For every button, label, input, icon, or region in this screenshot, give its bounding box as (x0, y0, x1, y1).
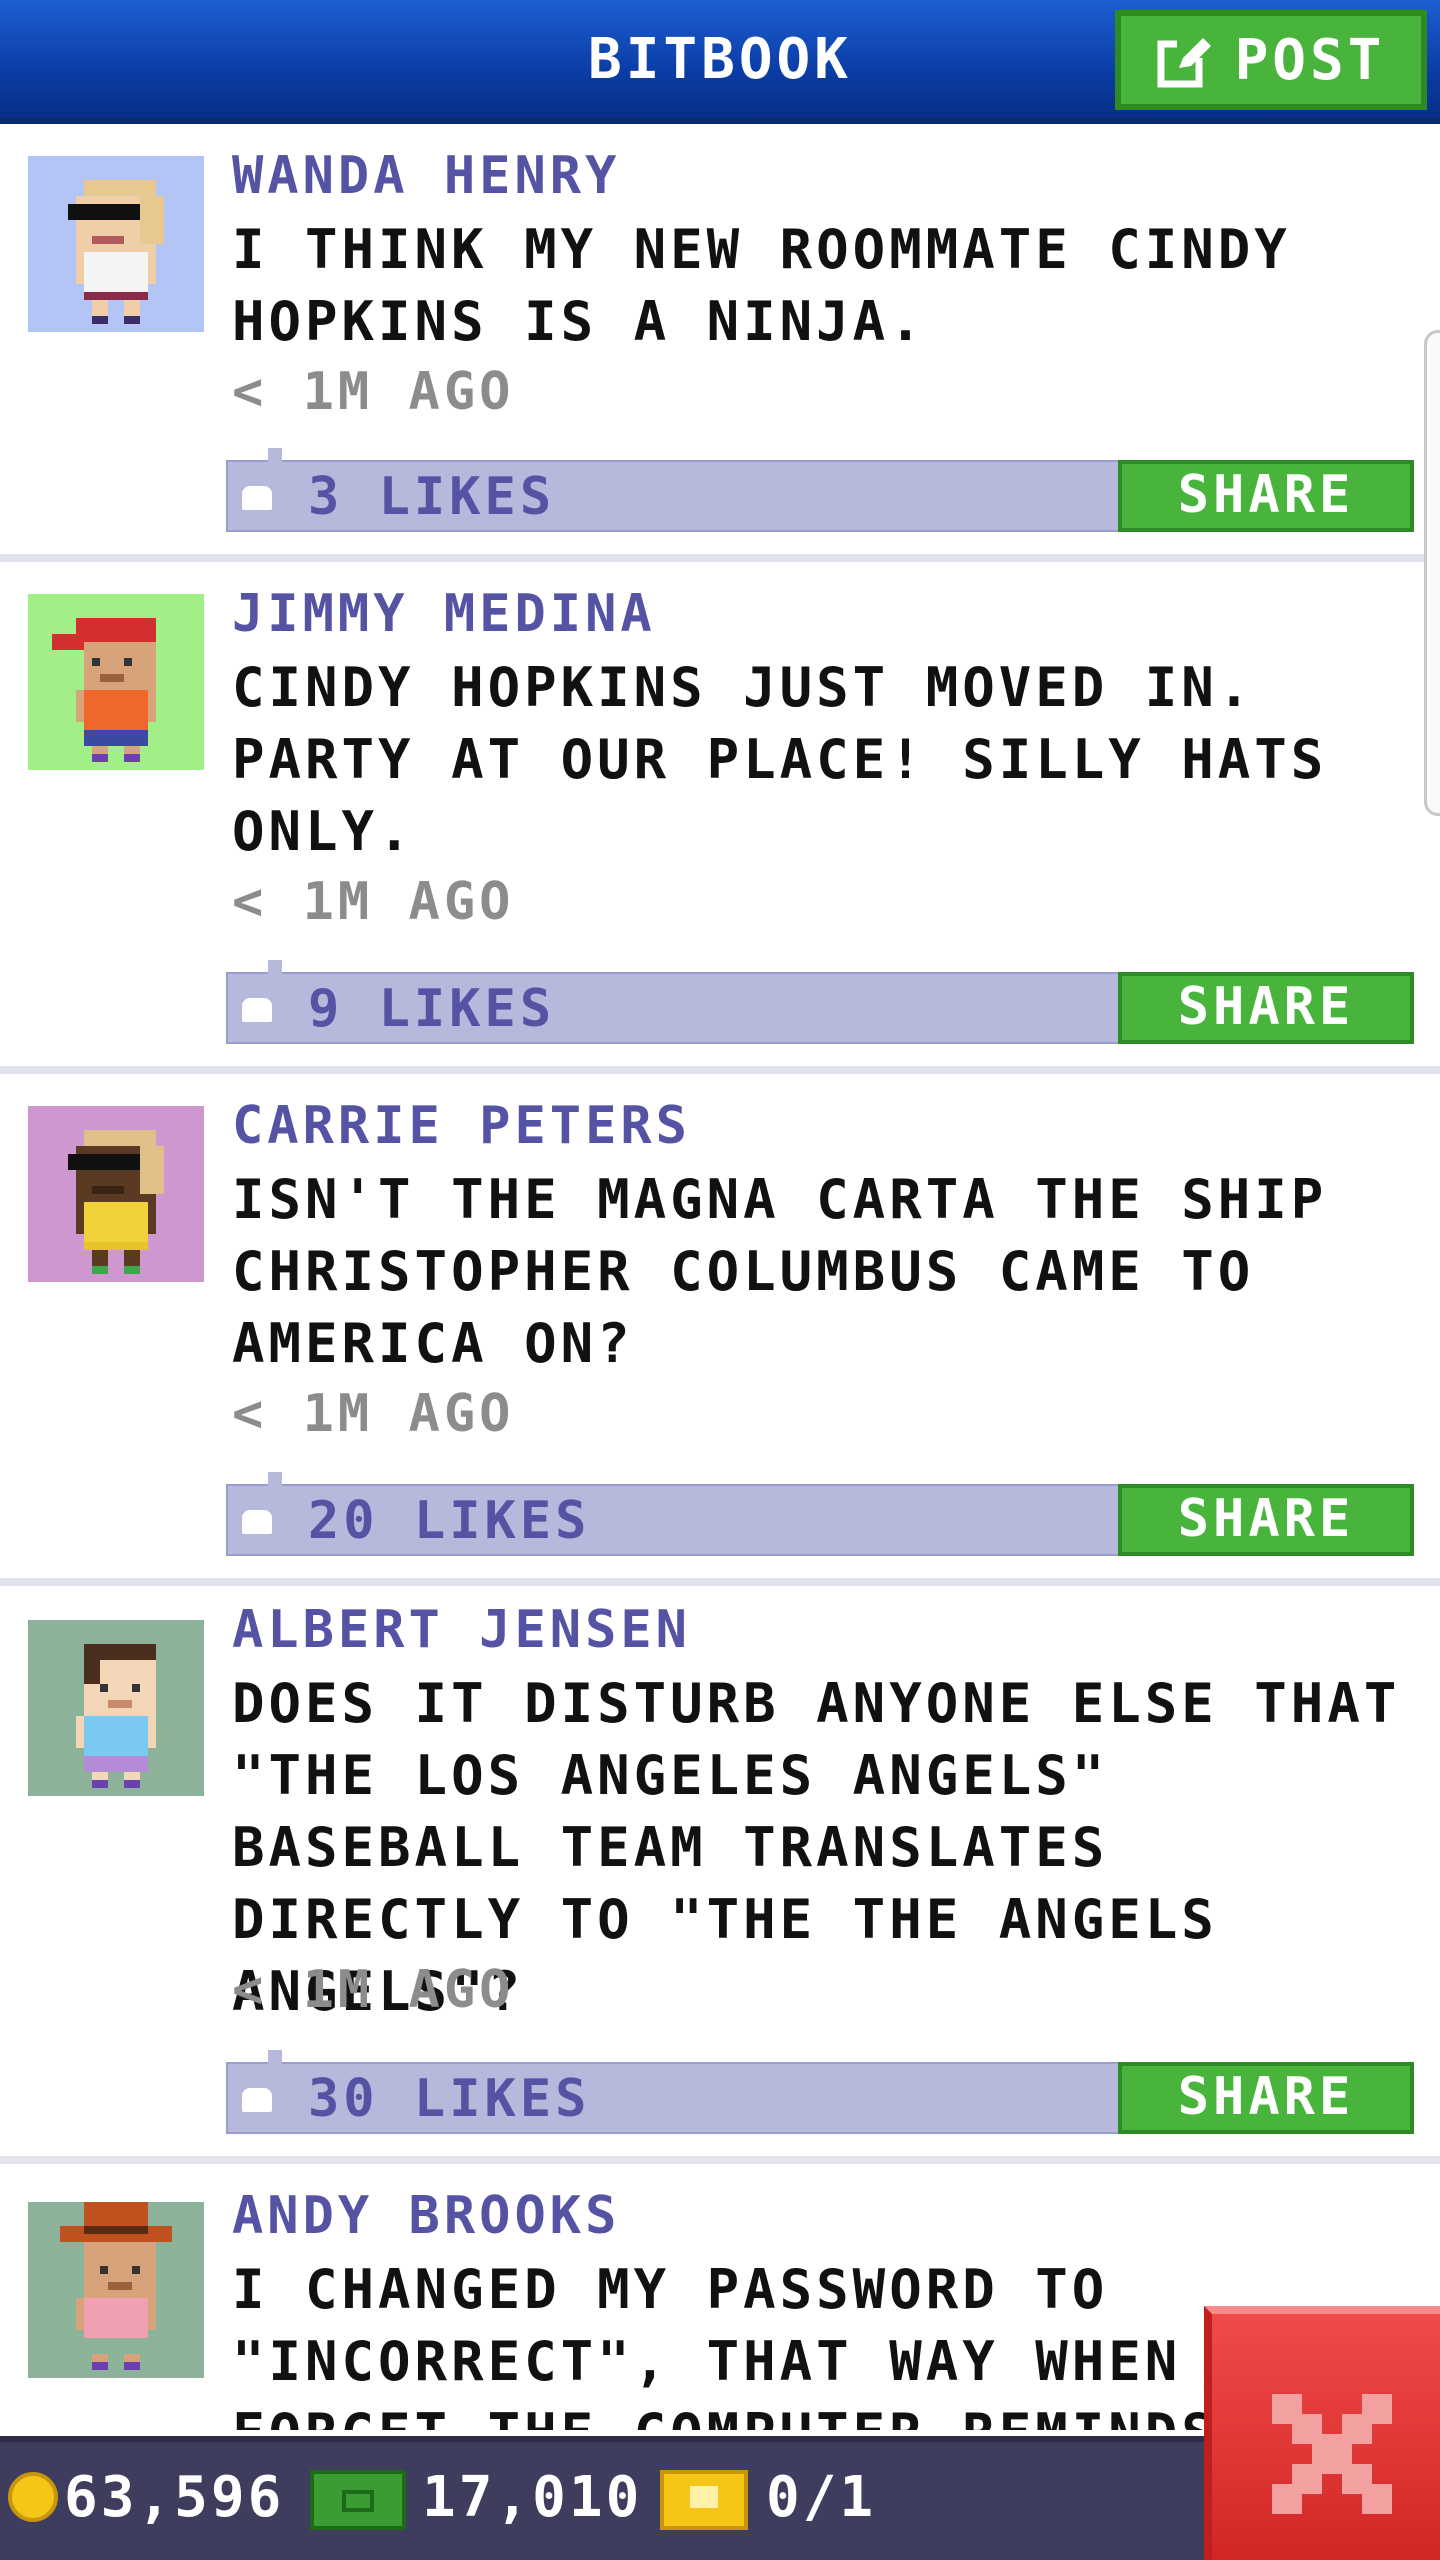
coin-icon (8, 2472, 58, 2522)
avatar[interactable] (28, 594, 204, 770)
post-time: < 1M AGO (232, 362, 515, 422)
app-title: BITBOOK (587, 27, 852, 92)
like-icon[interactable] (242, 486, 272, 510)
avatar[interactable] (28, 2202, 204, 2378)
feed-post: JIMMY MEDINA CINDY HOPKINS JUST MOVED IN… (0, 562, 1440, 1074)
likes-count: 30 LIKES (308, 2069, 591, 2129)
likes-count: 20 LIKES (308, 1491, 591, 1551)
share-button[interactable]: SHARE (1118, 1484, 1414, 1556)
likes-bar-tab (268, 960, 282, 974)
post-divider (0, 2156, 1440, 2164)
post-message: I THINK MY NEW ROOMMATE CINDY HOPKINS IS… (232, 218, 1291, 353)
post-time: < 1M AGO (232, 1384, 515, 1444)
avatar[interactable] (28, 1106, 204, 1282)
likes-bar-tab (268, 448, 282, 462)
post-author[interactable]: ALBERT JENSEN (232, 1598, 691, 1662)
like-icon[interactable] (242, 998, 272, 1022)
coins-count: 63,596 (64, 2465, 285, 2530)
avatar[interactable] (28, 156, 204, 332)
post-divider (0, 1578, 1440, 1586)
share-button[interactable]: SHARE (1118, 2062, 1414, 2134)
likes-count: 3 LIKES (308, 467, 556, 527)
header-bar: BITBOOK POST (0, 0, 1440, 124)
close-icon (1272, 2394, 1392, 2514)
like-icon[interactable] (242, 2088, 272, 2112)
likes-bar: 30 LIKES SHARE (226, 2050, 1414, 2134)
likes-bar-tab (268, 1472, 282, 1486)
post-divider (0, 554, 1440, 562)
share-button[interactable]: SHARE (1118, 972, 1414, 1044)
post-author[interactable]: WANDA HENRY (232, 144, 620, 208)
post-button-label: POST (1234, 27, 1386, 93)
post-message: CINDY HOPKINS JUST MOVED IN. PARTY AT OU… (232, 656, 1328, 863)
post-time: < 1M AGO (232, 872, 515, 932)
post-time: < 1M AGO (232, 1960, 515, 2020)
close-button[interactable] (1204, 2306, 1440, 2560)
likes-bar: 20 LIKES SHARE (226, 1472, 1414, 1556)
share-button[interactable]: SHARE (1118, 460, 1414, 532)
post-divider (0, 1066, 1440, 1074)
likes-bar-tab (268, 2050, 282, 2064)
cash-icon (310, 2470, 406, 2530)
likes-count: 9 LIKES (308, 979, 556, 1039)
post-message: ISN'T THE MAGNA CARTA THE SHIP CHRISTOPH… (232, 1168, 1328, 1375)
likes-bar: 3 LIKES SHARE (226, 448, 1414, 532)
feed[interactable]: WANDA HENRY I THINK MY NEW ROOMMATE CIND… (0, 130, 1440, 2430)
feed-post: WANDA HENRY I THINK MY NEW ROOMMATE CIND… (0, 130, 1440, 562)
avatar[interactable] (28, 1620, 204, 1796)
cash-count: 17,010 (422, 2465, 643, 2530)
likes-bar: 9 LIKES SHARE (226, 960, 1414, 1044)
post-author[interactable]: JIMMY MEDINA (232, 582, 656, 646)
post-author[interactable]: CARRIE PETERS (232, 1094, 691, 1158)
post-author[interactable]: ANDY BROOKS (232, 2184, 620, 2248)
ticket-icon (660, 2470, 748, 2530)
edit-icon (1157, 32, 1213, 88)
tickets-count: 0/1 (766, 2465, 877, 2530)
scroll-indicator[interactable] (1424, 330, 1440, 816)
feed-post: CARRIE PETERS ISN'T THE MAGNA CARTA THE … (0, 1074, 1440, 1586)
like-icon[interactable] (242, 1510, 272, 1534)
post-button[interactable]: POST (1115, 10, 1427, 110)
feed-post: ALBERT JENSEN DOES IT DISTURB ANYONE ELS… (0, 1586, 1440, 2170)
